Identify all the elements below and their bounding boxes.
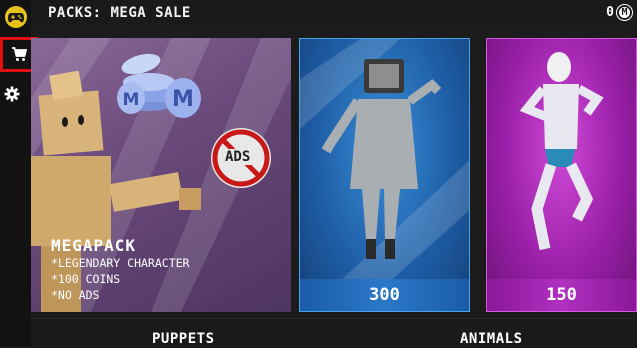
pack-feature: *100 COINS xyxy=(51,272,121,286)
pack-feature: *NO ADS xyxy=(51,288,100,302)
coin-balance: 0 M xyxy=(606,4,633,21)
svg-text:M: M xyxy=(172,87,194,112)
megapack-details: MEGAPACK *LEGENDARY CHARACTER *100 COINS… xyxy=(51,236,189,303)
svg-text:M: M xyxy=(123,90,140,110)
tv-head-character-figure xyxy=(300,39,469,281)
cart-icon xyxy=(12,47,27,61)
category-puppets[interactable]: PUPPETS xyxy=(152,331,215,347)
puppet-pack-card[interactable]: 300 xyxy=(299,38,470,312)
category-animals[interactable]: ANIMALS xyxy=(460,331,523,347)
settings-button[interactable] xyxy=(3,85,21,103)
gamepad-logo-icon[interactable] xyxy=(5,6,27,28)
top-bar: PACKS: MEGA SALE 0 M xyxy=(31,0,637,28)
price-button[interactable]: 150 xyxy=(487,279,636,311)
mannequin-figure xyxy=(519,52,604,251)
price-value: 150 xyxy=(546,285,577,305)
page-title: PACKS: MEGA SALE xyxy=(48,5,191,21)
pack-feature: *LEGENDARY CHARACTER xyxy=(51,256,190,270)
no-ads-badge-label: ADS xyxy=(224,149,252,165)
animal-pack-card[interactable]: 150 xyxy=(486,38,637,312)
category-bar: PUPPETS ANIMALS xyxy=(31,318,637,348)
megapack-card[interactable]: M M ADS MEGAPACK *LEGENDARY CHARACTER *1… xyxy=(31,38,291,312)
coin-count: 0 xyxy=(606,5,614,20)
price-value: 300 xyxy=(369,285,400,305)
pack-name: MEGAPACK xyxy=(51,236,137,255)
gear-icon xyxy=(4,86,20,102)
sidebar xyxy=(0,0,38,347)
coin-icon: M xyxy=(616,4,633,21)
price-button[interactable]: 300 xyxy=(300,279,469,311)
